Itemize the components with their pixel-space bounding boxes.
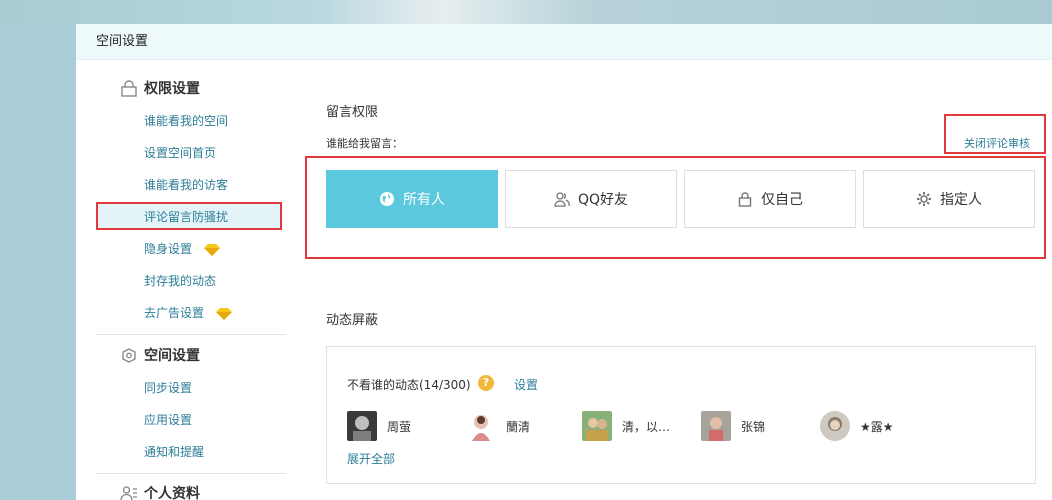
feed-block-card	[326, 346, 1036, 484]
lock-icon	[738, 192, 752, 207]
help-icon[interactable]: ?	[478, 375, 494, 391]
sidebar-item-who-can-view-visitors[interactable]: 谁能看我的访客	[144, 175, 228, 195]
blocked-friend-item[interactable]: 张锦	[701, 411, 765, 441]
avatar	[347, 411, 377, 441]
option-label: 仅自己	[761, 192, 803, 208]
message-permission-title: 留言权限	[326, 105, 379, 120]
sidebar-item-label: 评论留言防骚扰	[144, 210, 229, 224]
sidebar-group-profile[interactable]: 个人资料	[144, 484, 200, 500]
feed-settings-link[interactable]: 设置	[514, 376, 538, 393]
friend-name: 周萤	[387, 419, 412, 434]
profile-icon	[120, 486, 137, 500]
friend-name: 蘭清	[506, 419, 531, 434]
sidebar-item-archive-feeds[interactable]: 封存我的动态	[144, 271, 216, 291]
avatar	[582, 411, 612, 441]
option-qq-friends[interactable]: QQ好友	[505, 170, 677, 228]
avatar	[701, 411, 731, 441]
sidebar-item-app-settings[interactable]: 应用设置	[144, 410, 192, 430]
option-label: 指定人	[940, 192, 982, 208]
who-can-message-label: 谁能给我留言：	[326, 137, 403, 150]
header-banner-image	[0, 0, 1052, 24]
sidebar-group-space-settings[interactable]: 空间设置	[144, 346, 200, 366]
close-comment-review-link[interactable]: 关闭评论审核	[964, 135, 1030, 151]
blocked-friend-item[interactable]: 蘭清	[466, 411, 530, 441]
avatar	[820, 411, 850, 441]
sidebar-item-notifications[interactable]: 通知和提醒	[144, 442, 204, 462]
diamond-icon	[203, 243, 220, 256]
settings-panel: 空间设置 权限设置 谁能看我的空间 设置空间首页 谁能看我的访客 评论留言防骚扰…	[76, 24, 1052, 500]
friends-icon	[554, 192, 570, 207]
lock-icon	[121, 80, 137, 97]
sidebar-divider	[96, 334, 286, 335]
blocked-friend-item[interactable]: 周萤	[347, 411, 411, 441]
blocked-friend-item[interactable]: ★露★	[820, 411, 894, 441]
diamond-icon	[215, 307, 232, 320]
hidden-feeds-label: 不看谁的动态(14/300)	[347, 378, 471, 392]
sidebar-item-invisible-settings[interactable]: 隐身设置	[144, 239, 220, 259]
option-label: 所有人	[403, 192, 445, 208]
friend-name: ★露★	[860, 419, 894, 434]
feed-block-title: 动态屏蔽	[326, 313, 379, 328]
sidebar-item-set-homepage[interactable]: 设置空间首页	[144, 143, 216, 163]
option-specified-people[interactable]: 指定人	[863, 170, 1035, 228]
option-only-me[interactable]: 仅自己	[684, 170, 856, 228]
sidebar-item-label: 去广告设置	[144, 306, 205, 320]
gear-icon	[917, 192, 931, 206]
option-everyone[interactable]: 所有人	[326, 170, 498, 228]
panel-title: 空间设置	[76, 24, 1052, 60]
friend-name: 张锦	[741, 419, 766, 434]
sidebar-divider	[96, 473, 286, 474]
sidebar-group-permissions[interactable]: 权限设置	[144, 79, 200, 99]
expand-all-link[interactable]: 展开全部	[347, 450, 395, 467]
space-settings-icon	[122, 348, 136, 363]
friend-name: 清，以…	[622, 419, 671, 434]
sidebar-item-comment-anti-harassment[interactable]: 评论留言防骚扰	[96, 202, 282, 230]
sidebar-item-sync-settings[interactable]: 同步设置	[144, 378, 192, 398]
globe-icon	[380, 192, 394, 206]
sidebar-item-label: 隐身设置	[144, 242, 193, 256]
sidebar-item-remove-ads[interactable]: 去广告设置	[144, 303, 232, 323]
avatar	[466, 411, 496, 441]
blocked-friend-item[interactable]: 清，以…	[582, 411, 670, 441]
option-label: QQ好友	[577, 192, 629, 208]
sidebar: 权限设置 谁能看我的空间 设置空间首页 谁能看我的访客 评论留言防骚扰 隐身设置…	[76, 60, 286, 500]
sidebar-item-who-can-view-space[interactable]: 谁能看我的空间	[144, 111, 228, 131]
